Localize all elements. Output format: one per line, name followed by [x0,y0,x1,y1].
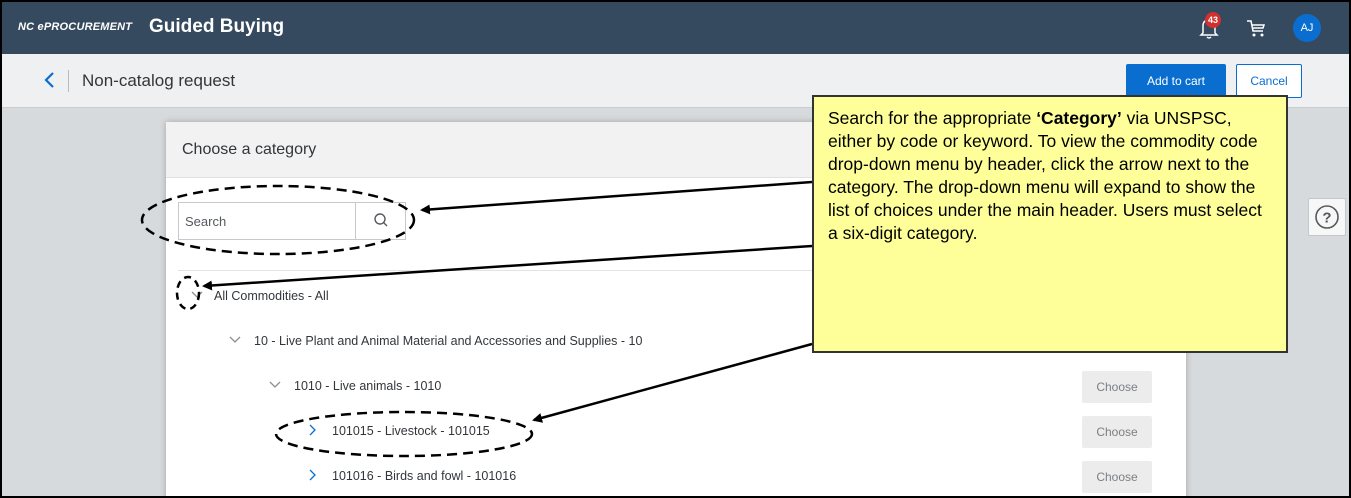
tree-row-label: 1010 - Live animals - 1010 [294,379,442,393]
tree-row-label: 101016 - Birds and fowl - 101016 [332,469,517,483]
choose-button[interactable]: Choose [1082,416,1152,448]
search-input[interactable] [179,203,355,239]
notification-badge: 43 [1205,12,1221,28]
choose-button[interactable]: Choose [1082,461,1152,493]
question-icon: ? [1315,205,1339,229]
chevron-right-icon[interactable] [306,468,320,482]
screenshot-frame: NC ePROCUREMENT Guided Buying 43 AJ Non-… [0,0,1351,498]
chevron-down-icon[interactable] [228,333,242,347]
top-navigation-bar: NC ePROCUREMENT Guided Buying 43 AJ [2,2,1349,54]
chevron-right-icon[interactable] [306,423,320,437]
tree-row-label: 101015 - Livestock - 101015 [332,424,490,438]
callout-text-body: via UNSPSC, either by code or keyword. T… [828,108,1262,243]
app-title: Guided Buying [149,16,285,37]
callout-category-emphasis: ‘Category’ [1036,108,1122,128]
tree-row-live-animals[interactable]: 1010 - Live animals - 1010 Choose [166,369,1186,405]
help-button[interactable]: ? [1308,198,1346,236]
dialog-title: Choose a category [182,141,317,158]
tree-row-label: 10 - Live Plant and Animal Material and … [254,334,643,348]
cancel-button[interactable]: Cancel [1236,64,1302,98]
page-title: Non-catalog request [82,71,236,90]
back-arrow-icon[interactable] [40,68,60,92]
chevron-down-icon[interactable] [190,288,204,302]
notifications-button[interactable]: 43 [1199,12,1221,40]
nav-icons: 43 AJ [1199,12,1321,42]
search-icon [374,213,388,227]
cart-icon[interactable] [1245,17,1267,39]
search-button[interactable] [355,203,405,239]
choose-button[interactable]: Choose [1082,371,1152,403]
instruction-callout: Search for the appropriate ‘Category’ vi… [812,95,1288,353]
tree-row-birds-fowl[interactable]: 101016 - Birds and fowl - 101016 Choose [166,459,1186,495]
tree-row-label: All Commodities - All [214,289,329,303]
header-divider [68,70,69,92]
callout-text-prefix: Search for the appropriate [828,108,1037,128]
user-avatar[interactable]: AJ [1293,14,1321,42]
chevron-down-icon[interactable] [268,378,282,392]
add-to-cart-button[interactable]: Add to cart [1126,64,1226,98]
brand-logo[interactable]: NC ePROCUREMENT [18,21,132,33]
tree-row-livestock[interactable]: 101015 - Livestock - 101015 Choose [166,414,1186,450]
category-search [178,202,406,240]
svg-text:?: ? [1322,210,1331,227]
